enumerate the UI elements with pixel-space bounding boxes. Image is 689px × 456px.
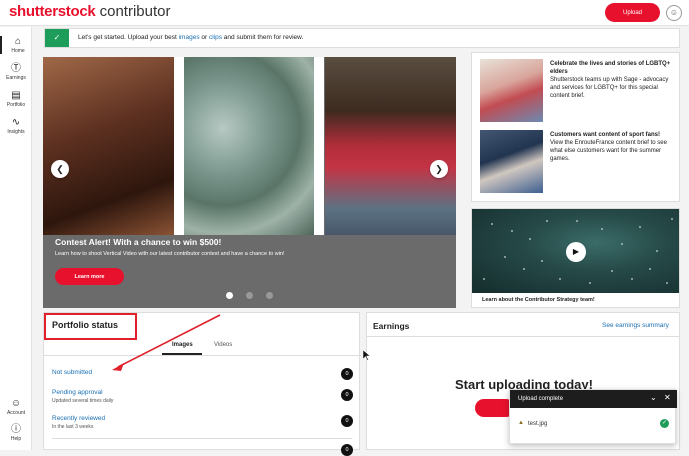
status-count-badge: 0 bbox=[341, 368, 353, 380]
carousel-dot[interactable] bbox=[266, 292, 273, 299]
image-file-icon: ▲ bbox=[518, 420, 524, 426]
getting-started-banner: ✓ Let's get started. Upload your best im… bbox=[44, 28, 680, 48]
check-icon: ✓ bbox=[45, 29, 69, 47]
banner-text-part: Let's get started. Upload your best bbox=[78, 34, 179, 41]
annotation-arrow bbox=[112, 314, 221, 371]
contest-carousel: ❮ ❯ Contest Alert! With a chance to win … bbox=[43, 57, 456, 308]
help-icon: ⓘ bbox=[11, 424, 21, 435]
status-count-badge: 0 bbox=[341, 444, 353, 456]
contest-title: Contest Alert! With a chance to win $500… bbox=[55, 237, 222, 247]
dollar-icon: Ⓣ bbox=[11, 63, 21, 74]
check-circle-icon: ✓ bbox=[660, 419, 669, 428]
carousel-next-icon[interactable]: ❯ bbox=[430, 160, 448, 178]
sidebar-item-label: Account bbox=[6, 410, 26, 416]
status-row-not-submitted[interactable]: Not submitted bbox=[52, 369, 92, 376]
home-icon: ⌂ bbox=[14, 36, 22, 47]
carousel-dot[interactable] bbox=[226, 292, 233, 299]
status-count-badge: 0 bbox=[341, 389, 353, 401]
earnings-summary-link[interactable]: See earnings summary bbox=[602, 322, 669, 329]
earnings-title: Earnings bbox=[373, 321, 410, 331]
promo-image-sport-fans[interactable] bbox=[480, 130, 543, 193]
uploaded-file-name: test.jpg bbox=[528, 421, 548, 427]
promo-title: Customers want content of sport fans! bbox=[550, 132, 661, 138]
carousel-photo-woman-red-jacket bbox=[325, 57, 456, 235]
sidebar-item-label: Home bbox=[11, 48, 25, 54]
banner-text: Let's get started. Upload your best imag… bbox=[78, 34, 303, 41]
account-icon: ☺ bbox=[10, 398, 22, 409]
carousel-photo-leaves bbox=[184, 57, 314, 235]
images-link[interactable]: images bbox=[179, 34, 200, 41]
earnings-divider bbox=[367, 336, 679, 337]
sidebar-item-home[interactable]: ⌂ Home bbox=[0, 36, 34, 54]
toast-header: Upload complete ⌄ ✕ bbox=[510, 390, 677, 408]
photo-divider bbox=[174, 57, 184, 235]
top-bar: shutterstock contributor Upload ☺ bbox=[0, 0, 689, 26]
promo-text[interactable]: Celebrate the lives and stories of LGBTQ… bbox=[550, 60, 675, 100]
content-briefs-panel: Celebrate the lives and stories of LGBTQ… bbox=[471, 52, 680, 202]
carousel-prev-icon[interactable]: ❮ bbox=[51, 160, 69, 178]
promo-body: Shutterstock teams up with Sage - advoca… bbox=[550, 77, 669, 99]
logo-product: contributor bbox=[99, 3, 171, 20]
promo-text[interactable]: Customers want content of sport fans! Vi… bbox=[550, 131, 675, 163]
video-caption[interactable]: Learn about the Contributor Strategy tea… bbox=[482, 297, 595, 303]
status-count-badge: 0 bbox=[341, 415, 353, 427]
status-label: Recently reviewed bbox=[52, 415, 106, 422]
status-label: Pending approval bbox=[52, 389, 103, 396]
close-icon[interactable]: ✕ bbox=[664, 393, 671, 402]
clips-link[interactable]: clips bbox=[209, 34, 222, 41]
promo-body: View the EnrouteFrance content brief to … bbox=[550, 140, 667, 162]
promo-title: Celebrate the lives and stories of LGBTQ… bbox=[550, 61, 671, 75]
upload-button[interactable]: Upload bbox=[605, 3, 660, 22]
status-row-recently-reviewed[interactable]: Recently reviewed In the last 3 weeks bbox=[52, 415, 105, 430]
sidebar-item-label: Help bbox=[10, 436, 22, 442]
promo-image-lgbtq-elders[interactable] bbox=[480, 59, 543, 122]
sidebar-item-label: Insights bbox=[7, 129, 25, 135]
user-icon[interactable]: ☺ bbox=[666, 5, 682, 21]
sidebar-item-label: Earnings bbox=[6, 75, 26, 81]
carousel-dot[interactable] bbox=[246, 292, 253, 299]
sidebar-item-portfolio[interactable]: ▤ Portfolio bbox=[0, 90, 32, 108]
logo-brand: shutterstock bbox=[9, 3, 96, 20]
shutterstock-logo[interactable]: shutterstock contributor bbox=[9, 3, 170, 20]
chevron-down-icon[interactable]: ⌄ bbox=[650, 393, 657, 402]
video-thumbnail[interactable]: ▶ bbox=[472, 209, 679, 293]
photo-divider bbox=[314, 57, 324, 235]
toast-title: Upload complete bbox=[518, 396, 564, 402]
portfolio-status-card: Portfolio status Images Videos Not submi… bbox=[43, 312, 361, 456]
row-divider bbox=[52, 438, 352, 439]
sidebar-item-earnings[interactable]: Ⓣ Earnings bbox=[0, 63, 32, 81]
carousel-photo-mother-child bbox=[43, 57, 174, 235]
insights-icon: ∿ bbox=[11, 117, 21, 128]
status-row-pending-approval[interactable]: Pending approval Updated several times d… bbox=[52, 389, 113, 404]
strategy-video-panel: ▶ Learn about the Contributor Strategy t… bbox=[471, 208, 680, 308]
upload-complete-toast: Upload complete ⌄ ✕ ▲ test.jpg ✓ bbox=[509, 389, 677, 444]
sidebar-item-insights[interactable]: ∿ Insights bbox=[0, 117, 32, 135]
sidebar: ⌂ Home Ⓣ Earnings ▤ Portfolio ∿ Insights… bbox=[0, 27, 32, 450]
mouse-cursor-icon bbox=[363, 350, 371, 361]
sidebar-item-help[interactable]: ⓘ Help bbox=[0, 424, 32, 442]
status-label: Not submitted bbox=[52, 369, 93, 376]
sidebar-item-label: Portfolio bbox=[6, 102, 26, 108]
sidebar-item-account[interactable]: ☺ Account bbox=[0, 398, 32, 416]
play-icon[interactable]: ▶ bbox=[566, 242, 586, 262]
learn-more-button[interactable]: Learn more bbox=[55, 268, 124, 285]
banner-text-part: and submit them for review. bbox=[222, 34, 304, 41]
banner-text-part: or bbox=[199, 34, 209, 41]
status-sublabel: Updated several times daily bbox=[52, 398, 114, 404]
contest-description: Learn how to shoot Vertical Video with o… bbox=[55, 251, 285, 257]
status-sublabel: In the last 3 weeks bbox=[52, 424, 94, 430]
briefcase-icon: ▤ bbox=[11, 90, 21, 101]
